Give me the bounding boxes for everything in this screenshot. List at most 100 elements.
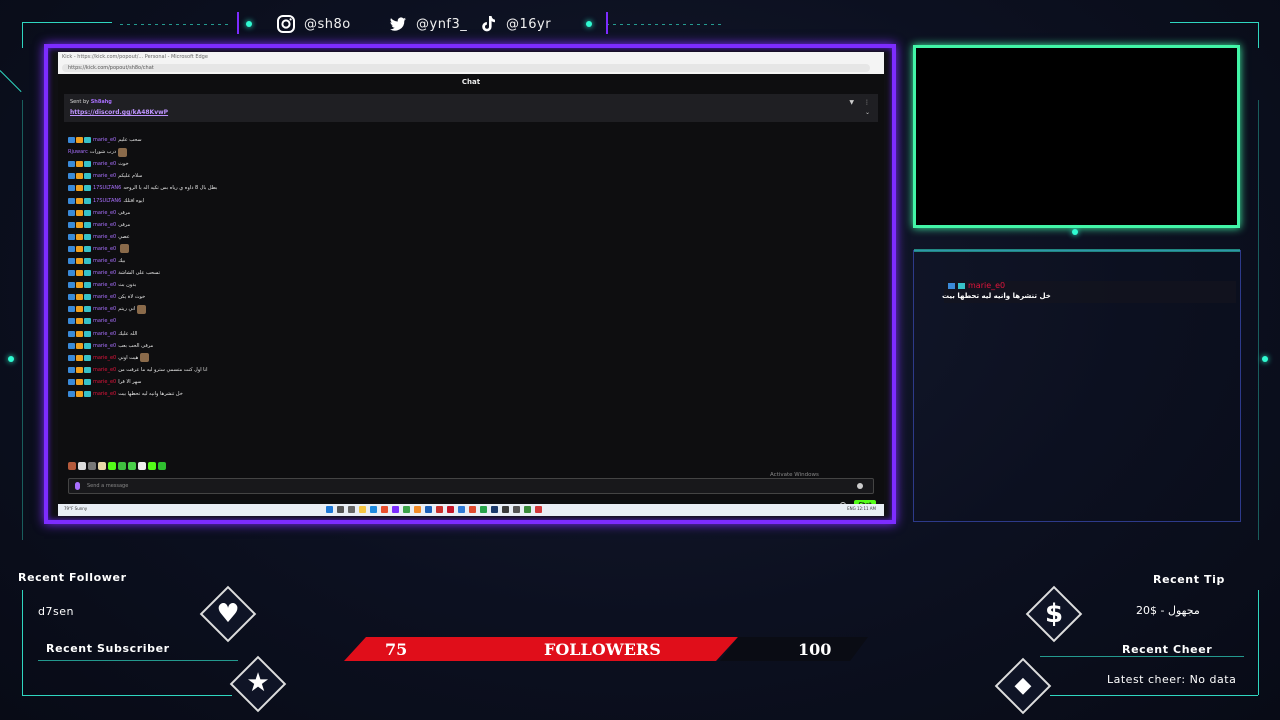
chat-input-placeholder: Send a message [87,483,129,489]
social-instagram[interactable]: @sh8o [276,14,351,34]
windows-start-icon[interactable] [326,506,333,513]
taskbar-app-icon[interactable] [469,506,476,513]
emote-item[interactable] [138,462,146,470]
taskbar-app-icon[interactable] [414,506,421,513]
message-username[interactable]: marie_e0 [93,306,116,312]
top-dotted-right [606,24,724,25]
message-username[interactable]: marie_e0 [93,258,116,264]
emote-item[interactable] [118,462,126,470]
taskbar-app-icon[interactable] [513,506,520,513]
emote-item[interactable] [128,462,136,470]
taskbar-app-icon[interactable] [480,506,487,513]
message-username[interactable]: marie_e0 [93,222,116,228]
taskbar-tray[interactable]: ENG 12:11 AM [847,506,876,511]
badge-icon [84,342,91,349]
chat-overlay-user: marie_e0 [948,281,1005,290]
message-username[interactable]: marie_e0 [93,318,116,324]
chevron-down-icon[interactable]: ⌄ [865,109,870,116]
message-username[interactable]: marie_e0 [93,234,116,240]
badge-icon [68,257,75,264]
message-username[interactable]: marie_e0 [93,331,116,337]
taskbar-app-icon[interactable] [491,506,498,513]
recent-cheer-value: Latest cheer: No data [1107,673,1237,686]
emote-item[interactable] [78,462,86,470]
pinned-discord-link[interactable]: https://discord.gg/kA48KvwP [70,109,168,116]
emote-item[interactable] [158,462,166,470]
message-username[interactable]: marie_e0 [93,391,116,397]
message-username[interactable]: Rjuwarc [68,149,88,155]
emoji-icon[interactable] [857,483,863,489]
message-username[interactable]: marie_e0 [93,210,116,216]
taskbar-app-icon[interactable] [425,506,432,513]
taskbar-app-icon[interactable] [348,506,355,513]
right-side-node [1262,356,1268,362]
heart-icon: ♥ [216,599,240,629]
browser-url-field[interactable]: https://kick.com/popout/sh8o/chat [62,64,870,72]
message-username[interactable]: 17SULTAN6 [93,185,121,191]
message-username[interactable]: marie_e0 [93,173,116,179]
badge-icon [84,185,91,192]
message-username[interactable]: marie_e0 [93,294,116,300]
bottom-right-mid-line [1040,656,1244,657]
taskbar-app-icon[interactable] [502,506,509,513]
message-username[interactable]: marie_e0 [93,282,116,288]
mic-icon[interactable] [75,482,80,490]
chat-message-input[interactable]: Send a message [68,478,874,494]
message-username[interactable]: 17SULTAN6 [93,198,121,204]
emote-item[interactable] [108,462,116,470]
message-username[interactable]: marie_e0 [93,161,116,167]
more-options-icon[interactable]: ⋮ [864,99,870,106]
twitter-icon [390,17,406,31]
badge-icon [76,270,83,277]
taskbar-weather[interactable]: 79°F Sunny [64,506,87,511]
taskbar-app-icon[interactable] [447,506,454,513]
message-username[interactable]: marie_e0 [93,355,116,361]
message-text: تسحب على الشاشة [118,270,160,277]
follower-goal-current: 75 [385,640,408,659]
emote-item[interactable] [148,462,156,470]
tiktok-handle: @16yr [506,16,552,32]
message-username[interactable]: marie_e0 [93,137,116,143]
message-username[interactable]: marie_e0 [93,270,116,276]
badge-icon [76,330,83,337]
taskbar-app-icon[interactable] [370,506,377,513]
top-divider-left [237,12,239,34]
bottom-left-frame [22,590,23,695]
chat-message: marie_e0 مرقى [68,207,668,219]
taskbar-app-icon[interactable] [458,506,465,513]
bottom-right-frame [1258,590,1259,695]
emote-item[interactable] [88,462,96,470]
social-tiktok[interactable]: @16yr [478,14,551,34]
emote-item[interactable] [98,462,106,470]
bottom-left-mid-line [38,660,238,661]
badge-icon [68,342,75,349]
message-username[interactable]: marie_e0 [93,367,116,373]
pinned-sent-by-user[interactable]: Sh8ahg [91,99,112,105]
taskbar-apps [326,506,542,513]
taskbar-app-icon[interactable] [392,506,399,513]
message-text: بدون بث [118,282,137,289]
top-divider-right [606,12,608,34]
message-text: خوث [118,161,129,168]
emote-item[interactable] [68,462,76,470]
badge-icon [958,282,965,289]
social-twitter[interactable]: @ynf3_ [388,14,467,34]
badge-icon [948,282,955,289]
taskbar-app-icon[interactable] [359,506,366,513]
pin-icon[interactable]: ▼ [849,99,854,106]
frame-top-right-vertical [1258,22,1259,48]
taskbar-app-icon[interactable] [381,506,388,513]
message-username[interactable]: marie_e0 [93,246,116,252]
taskbar-app-icon[interactable] [403,506,410,513]
right-side-line [1258,100,1259,540]
taskbar-app-icon[interactable] [524,506,531,513]
taskbar-app-icon[interactable] [436,506,443,513]
badge-icon [76,282,83,289]
chat-message: 17SULTAN6 ايوه اقتلك [68,194,668,206]
badge-icon [84,378,91,385]
taskbar-app-icon[interactable] [535,506,542,513]
message-username[interactable]: marie_e0 [93,343,116,349]
badge-icon [76,378,83,385]
search-icon[interactable] [337,506,344,513]
message-username[interactable]: marie_e0 [93,379,116,385]
